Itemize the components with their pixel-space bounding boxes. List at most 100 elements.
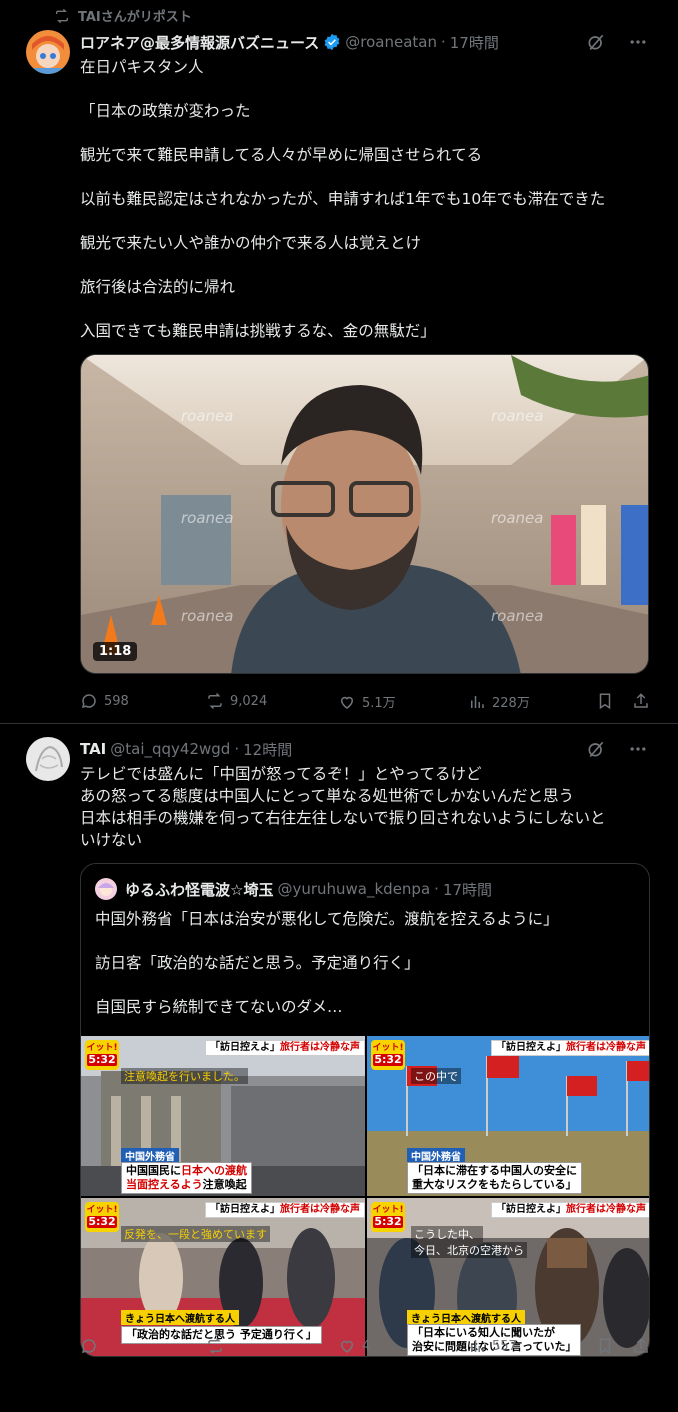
- avatar[interactable]: [26, 737, 70, 781]
- separator-dot: ·: [440, 33, 446, 51]
- caption-label: 中国外務省: [407, 1148, 465, 1163]
- reply-button[interactable]: [80, 1337, 98, 1355]
- share-icon[interactable]: [632, 692, 650, 710]
- text-line: いけない: [80, 831, 143, 849]
- share-icon[interactable]: [632, 1337, 650, 1355]
- views-button[interactable]: 228万: [468, 692, 530, 711]
- bookmark-icon[interactable]: [596, 1337, 614, 1355]
- headline-bar: 「訪日控えよ」旅行者は冷静な声: [205, 1202, 365, 1218]
- caption-line: 「日本に滞在する中国人の安全に: [412, 1164, 577, 1177]
- repost-icon: [208, 1337, 222, 1355]
- post-header: ロアネア@最多情報源バズニュース @roaneatan · 17時間: [80, 31, 499, 53]
- watermark: roanea: [181, 607, 234, 625]
- action-bar: 598 9,024 5.1万 228万: [80, 692, 650, 712]
- repost-icon: [56, 8, 68, 23]
- quoted-post[interactable]: ゆるふわ怪電波☆埼玉 @yuruhuwa_kdenpa · 17時間 中国外務省…: [80, 863, 650, 1357]
- views-icon: [471, 695, 484, 708]
- more-icon[interactable]: [628, 739, 648, 759]
- logo-title: イット!: [86, 1043, 118, 1053]
- headline-bar: 「訪日控えよ」旅行者は冷静な声: [205, 1040, 365, 1056]
- text-line: 観光で来て難民申請してる人々が早めに帰国させられてる: [80, 146, 483, 164]
- reply-button[interactable]: 598: [80, 692, 129, 710]
- video-frame: [81, 355, 648, 673]
- logo-time: 5:32: [87, 1053, 117, 1066]
- quote-author-handle: @yuruhuwa_kdenpa: [277, 880, 431, 898]
- grok-icon[interactable]: [586, 739, 606, 759]
- post-tai[interactable]: TAI @tai_qqy42wgd · 12時間 テレビでは盛んに「中国が怒って…: [0, 725, 678, 1412]
- caption-overlay: 反発を、一段と強めています: [121, 1226, 270, 1242]
- caption-main: 「日本に滞在する中国人の安全に 重大なリスクをもたらしている」: [407, 1162, 582, 1194]
- repost-icon: [208, 692, 222, 710]
- like-icon: [340, 696, 354, 709]
- quote-image-4[interactable]: イット! 5:32 「訪日控えよ」旅行者は冷静な声 こうした中、 今日、北京の空港…: [367, 1198, 649, 1356]
- grok-icon[interactable]: [586, 32, 606, 52]
- repost-label: TAIさんがリポスト: [78, 10, 192, 25]
- text-line: 以前も難民認定はされなかったが、申請すれば1年でも10年でも滞在できた: [80, 190, 606, 208]
- repost-count: 9,024: [230, 693, 268, 709]
- text-line: あの怒ってる態度は中国人にとって単なる処世術でしかないんだと思う: [80, 787, 574, 805]
- reply-icon: [81, 1339, 96, 1354]
- avatar[interactable]: [26, 30, 70, 74]
- post-time[interactable]: 12時間: [243, 739, 292, 760]
- logo-time: 5:32: [373, 1053, 403, 1066]
- like-button[interactable]: 5.1万: [338, 692, 396, 711]
- headline-b: 旅行者は冷静な声: [280, 1204, 360, 1215]
- headline-b: 旅行者は冷静な声: [280, 1042, 360, 1053]
- post-text: 在日パキスタン人 「日本の政策が変わった 観光で来て難民申請してる人々が早めに帰…: [80, 56, 648, 342]
- caption-label: 中国外務省: [121, 1148, 179, 1163]
- headline-a: 「訪日控えよ」: [210, 1204, 280, 1215]
- quote-image-1[interactable]: イット! 5:32 「訪日控えよ」旅行者は冷静な声 注意喚起を行いました。 中国外…: [81, 1036, 365, 1196]
- author-handle[interactable]: @tai_qqy42wgd: [110, 740, 230, 758]
- watermark: roanea: [491, 607, 544, 625]
- like-count: 4: [362, 1338, 371, 1354]
- caption-overlay: 今日、北京の空港から: [411, 1242, 527, 1258]
- caption-label: きょう日本へ渡航する人: [121, 1310, 239, 1325]
- caption-line: 日本への渡航: [181, 1164, 247, 1177]
- header-actions: [586, 32, 648, 52]
- text-line: 自国民すら統制できてないのダメ…: [95, 998, 343, 1016]
- caption-overlay: こうした中、: [411, 1226, 483, 1242]
- action-bar: 4 557: [80, 1337, 650, 1357]
- channel-logo: イット! 5:32: [85, 1040, 119, 1070]
- quote-image-3[interactable]: イット! 5:32 「訪日控えよ」旅行者は冷静な声 反発を、一段と強めています き…: [81, 1198, 365, 1356]
- headline-a: 「訪日控えよ」: [496, 1042, 566, 1053]
- caption-main: 中国国民に日本への渡航 当面控えるよう注意喚起: [121, 1162, 252, 1194]
- author-handle[interactable]: @roaneatan: [345, 33, 437, 51]
- text-line: 旅行後は合法的に帰れ: [80, 278, 236, 296]
- author-name[interactable]: TAI: [80, 740, 106, 758]
- view-count: 557: [492, 1338, 517, 1354]
- headline-b: 旅行者は冷静な声: [566, 1204, 646, 1215]
- like-button[interactable]: 4: [338, 1337, 370, 1355]
- post-header: TAI @tai_qqy42wgd · 12時間: [80, 738, 292, 760]
- video-player[interactable]: roanea roanea roanea roanea roanea roane…: [80, 354, 649, 674]
- caption-line: 当面控えるよう: [126, 1178, 203, 1191]
- post-roaneatan[interactable]: TAIさんがリポスト ロアネア@最多情報源バズニュース @roaneatan ·…: [0, 0, 678, 724]
- logo-title: イット!: [372, 1043, 404, 1053]
- caption-label: きょう日本へ渡航する人: [407, 1310, 525, 1325]
- views-button[interactable]: 557: [468, 1337, 517, 1355]
- repost-button[interactable]: 9,024: [206, 692, 267, 710]
- post-time[interactable]: 17時間: [450, 32, 499, 53]
- quote-avatar[interactable]: [95, 878, 117, 900]
- text-line: 観光で来たい人や誰かの仲介で来る人は覚えとけ: [80, 234, 422, 252]
- watermark: roanea: [491, 509, 544, 527]
- logo-time: 5:32: [373, 1215, 403, 1228]
- header-actions: [586, 739, 648, 759]
- bookmark-icon[interactable]: [596, 692, 614, 710]
- channel-logo: イット! 5:32: [371, 1040, 405, 1070]
- text-line: 中国外務省「日本は治安が悪化して危険だ。渡航を控えるように」: [95, 910, 559, 928]
- view-count: 228万: [492, 696, 530, 711]
- quote-image-2[interactable]: イット! 5:32 「訪日控えよ」旅行者は冷静な声 この中で 中国外務省 「日本に…: [367, 1036, 649, 1196]
- logo-title: イット!: [372, 1205, 404, 1215]
- more-icon[interactable]: [628, 32, 648, 52]
- quote-text: 中国外務省「日本は治安が悪化して危険だ。渡航を控えるように」 訪日客「政治的な話…: [95, 908, 635, 1018]
- repost-button[interactable]: [206, 1337, 224, 1355]
- image-grid: イット! 5:32 「訪日控えよ」旅行者は冷静な声 注意喚起を行いました。 中国外…: [81, 1036, 649, 1356]
- caption-overlay: 注意喚起を行いました。: [121, 1068, 248, 1084]
- verified-icon: [324, 33, 340, 51]
- headline-bar: 「訪日控えよ」旅行者は冷静な声: [491, 1040, 649, 1056]
- like-icon: [340, 1340, 354, 1353]
- text-line: 「日本の政策が変わった: [80, 102, 251, 120]
- author-name[interactable]: ロアネア@最多情報源バズニュース: [80, 32, 319, 53]
- logo-title: イット!: [86, 1205, 118, 1215]
